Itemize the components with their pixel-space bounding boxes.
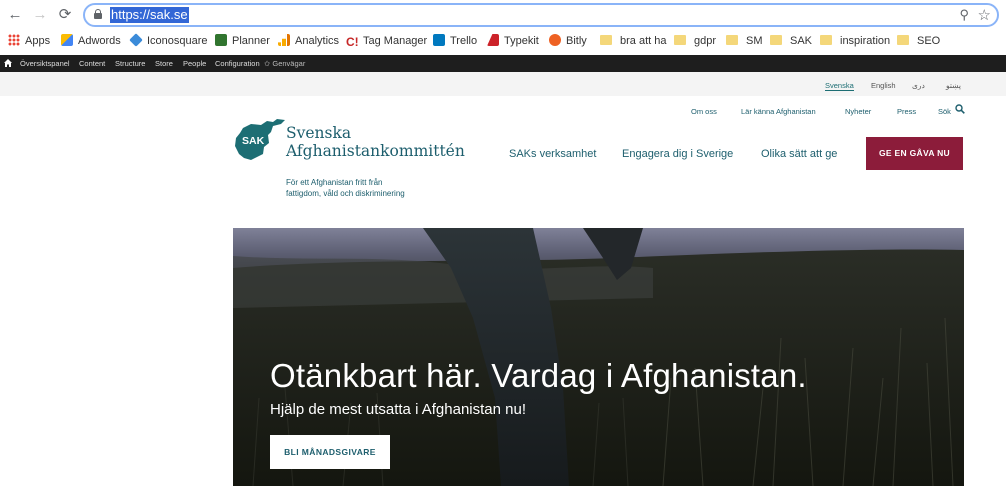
logo-text: SAK	[242, 135, 265, 147]
bookmark-planner[interactable]: Planner	[215, 34, 270, 48]
org-name[interactable]: Svenska Afghanistankommittén	[286, 124, 465, 160]
home-icon[interactable]	[4, 59, 12, 67]
language-english[interactable]: English	[871, 81, 896, 90]
utility-link-lar-kanna-afghanistan[interactable]: Lär känna Afghanistan	[741, 107, 816, 116]
browser-nav-row: ← → ⟳ https://sak.se ⚲ ☆	[0, 0, 1006, 30]
bookmarks-bar: Apps Adwords Iconosquare Planner Analyti…	[0, 30, 1006, 52]
bookmark-tag-manager[interactable]: C! Tag Manager	[346, 34, 427, 48]
folder-icon	[674, 35, 686, 45]
hero-banner: Otänkbart här. Vardag i Afghanistan. Hjä…	[233, 228, 964, 486]
adwords-icon	[61, 34, 73, 46]
analytics-icon	[278, 34, 290, 46]
bookmark-trello[interactable]: Trello	[433, 34, 477, 48]
typekit-icon	[487, 34, 499, 46]
bookmark-typekit[interactable]: Typekit	[487, 34, 539, 48]
become-monthly-donor-button[interactable]: BLI MÅNADSGIVARE	[270, 435, 390, 469]
folder-icon	[600, 35, 612, 45]
search-icon[interactable]	[955, 104, 965, 114]
bookmark-folder-sm[interactable]: SM	[726, 34, 763, 48]
admin-item-configuration[interactable]: Configuration	[215, 55, 260, 72]
bookmark-star-icon[interactable]: ☆	[978, 6, 991, 24]
utility-link-press[interactable]: Press	[897, 107, 916, 116]
tagline: För ett Afghanistan fritt från fattigdom…	[286, 178, 405, 198]
admin-toolbar: Översiktspanel Content Structure Store P…	[0, 55, 1006, 72]
bookmark-analytics[interactable]: Analytics	[278, 34, 339, 48]
language-pashto[interactable]: پښتو	[946, 81, 961, 90]
hero-subtitle: Hjälp de mest utsatta i Afghanistan nu!	[270, 401, 526, 418]
bookmark-iconosquare[interactable]: Iconosquare	[129, 33, 208, 48]
admin-item-structure[interactable]: Structure	[115, 55, 145, 72]
donate-button[interactable]: GE EN GÅVA NU	[866, 137, 963, 170]
apps-grid-icon	[8, 34, 20, 46]
tag-manager-icon: C!	[346, 35, 359, 49]
zoom-icon[interactable]: ⚲	[959, 7, 969, 23]
bookmark-folder-gdpr[interactable]: gdpr	[674, 34, 716, 48]
language-svenska[interactable]: Svenska	[825, 81, 854, 91]
url-text[interactable]: https://sak.se	[110, 7, 189, 23]
browser-chrome: ← → ⟳ https://sak.se ⚲ ☆ Apps Adwords Ic…	[0, 0, 1006, 55]
admin-item-oversiktspanel[interactable]: Översiktspanel	[20, 55, 70, 72]
admin-item-store[interactable]: Store	[155, 55, 173, 72]
bookmark-bitly[interactable]: Bitly	[549, 34, 587, 48]
nav-olika-satt-att-ge[interactable]: Olika sätt att ge	[761, 148, 837, 160]
folder-icon	[897, 35, 909, 45]
sak-logo-map[interactable]: SAK	[233, 118, 293, 162]
trello-icon	[433, 34, 445, 46]
bookmark-apps[interactable]: Apps	[8, 34, 50, 48]
nav-engagera-dig-i-sverige[interactable]: Engagera dig i Sverige	[622, 148, 733, 160]
address-bar[interactable]: https://sak.se ⚲ ☆	[83, 3, 999, 27]
bookmark-folder-bra-att-ha[interactable]: bra att ha	[600, 34, 666, 48]
bookmark-folder-inspiration[interactable]: inspiration	[820, 34, 890, 48]
folder-icon	[726, 35, 738, 45]
iconosquare-icon	[129, 33, 143, 47]
forward-arrow-icon[interactable]: →	[31, 6, 49, 24]
bitly-icon	[549, 34, 561, 46]
admin-item-genvagar[interactable]: ✩ Genvägar	[264, 55, 305, 72]
admin-item-people[interactable]: People	[183, 55, 206, 72]
utility-link-sok[interactable]: Sök	[938, 107, 951, 116]
folder-icon	[770, 35, 782, 45]
back-arrow-icon[interactable]: ←	[6, 6, 24, 24]
folder-icon	[820, 35, 832, 45]
language-dari[interactable]: دری	[912, 81, 925, 90]
admin-item-content[interactable]: Content	[79, 55, 105, 72]
utility-link-nyheter[interactable]: Nyheter	[845, 107, 871, 116]
bookmark-folder-seo[interactable]: SEO	[897, 34, 940, 48]
language-switcher: Svenska English دری پښتو	[0, 72, 1006, 96]
utility-link-om-oss[interactable]: Om oss	[691, 107, 717, 116]
hero-title: Otänkbart här. Vardag i Afghanistan.	[270, 357, 807, 394]
reload-icon[interactable]: ⟳	[56, 6, 74, 24]
lock-icon	[94, 9, 102, 19]
planner-icon	[215, 34, 227, 46]
site-page: Om oss Lär känna Afghanistan Nyheter Pre…	[0, 96, 1006, 486]
bookmark-adwords[interactable]: Adwords	[61, 34, 121, 48]
nav-saks-verksamhet[interactable]: SAKs verksamhet	[509, 148, 596, 160]
bookmark-folder-sak[interactable]: SAK	[770, 34, 812, 48]
